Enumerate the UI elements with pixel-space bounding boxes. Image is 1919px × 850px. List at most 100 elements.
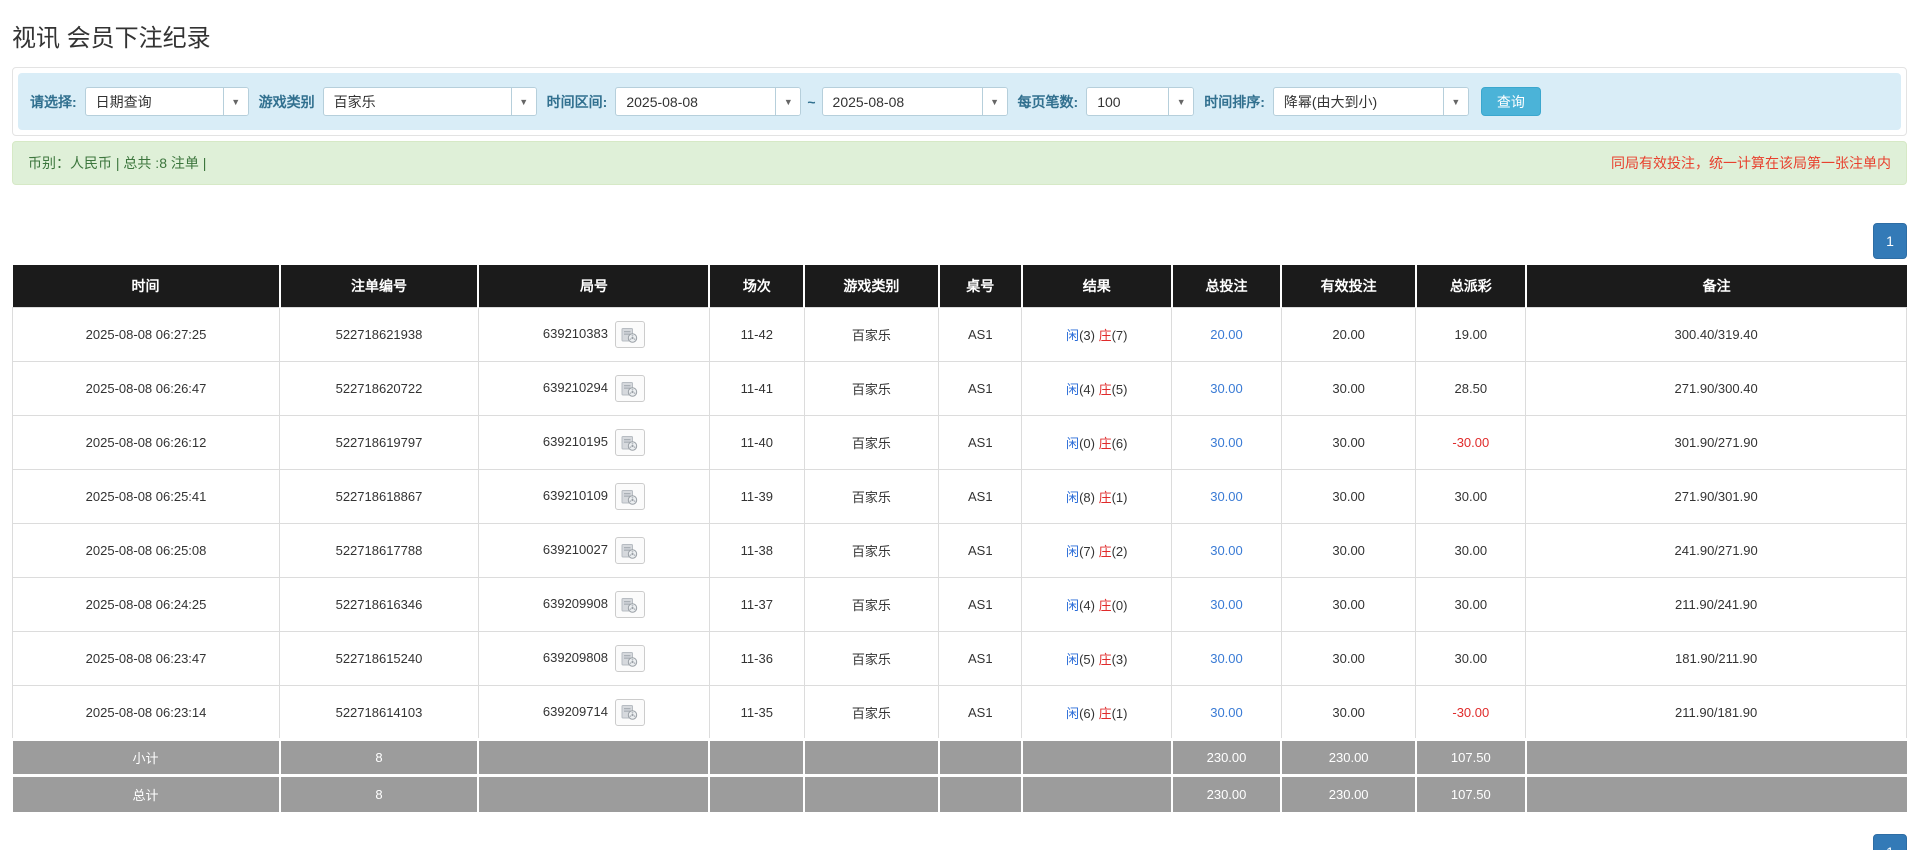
total-bet-link[interactable]: 30.00 [1210, 705, 1243, 720]
total-bet-link[interactable]: 30.00 [1210, 543, 1243, 558]
result-banker-label: 庄 [1098, 328, 1112, 343]
betting-records-page: 视讯 会员下注纪录 请选择: 日期查询 ▼ 游戏类别 百家乐 ▼ 时间区间: 2… [0, 0, 1919, 850]
video-replay-button[interactable] [614, 591, 645, 618]
cell-session: 11-35 [708, 685, 805, 740]
result-banker-label: 庄 [1098, 598, 1112, 613]
cell-payout: -30.00 [1415, 685, 1527, 740]
cell-session: 11-42 [708, 307, 805, 362]
chevron-down-icon[interactable]: ▼ [222, 88, 248, 115]
query-type-dropdown[interactable]: 日期查询 ▼ [84, 87, 249, 116]
per-page-label: 每页笔数: [1017, 93, 1079, 110]
cell-table-no: AS1 [938, 631, 1023, 686]
cell-total-bet: 30.00 [1171, 685, 1282, 740]
cell-valid-bet: 30.00 [1280, 523, 1417, 578]
chevron-down-icon[interactable]: ▼ [1168, 88, 1194, 115]
video-replay-button[interactable] [614, 375, 645, 402]
chevron-down-icon[interactable]: ▼ [1442, 88, 1468, 115]
result-banker-label: 庄 [1098, 652, 1112, 667]
currency-total-text: 币别：人民币 | 总共 :8 注单 | [28, 155, 207, 171]
per-page-dropdown[interactable]: 100 ▼ [1086, 87, 1195, 116]
total-bet-link[interactable]: 30.00 [1210, 597, 1243, 612]
cell-table-no: AS1 [938, 469, 1023, 524]
round-id-value: 639209714 [542, 703, 608, 719]
table-body: 2025-08-08 06:27:25 522718621938 6392103… [11, 307, 1907, 740]
result-player-score: (6) [1079, 705, 1095, 721]
payout-value: 30.00 [1454, 489, 1488, 504]
date-from-dropdown[interactable]: 2025-08-08 ▼ [615, 87, 802, 116]
date-from-value: 2025-08-08 [626, 93, 698, 110]
cell-valid-bet: 30.00 [1280, 631, 1417, 686]
video-replay-button[interactable] [614, 483, 645, 510]
cell-round-id: 639209714 [477, 685, 710, 740]
video-replay-button[interactable] [614, 429, 645, 456]
column-header: 注单编号 [279, 265, 480, 308]
cell-bet-id: 522718617788 [279, 523, 479, 578]
column-header: 场次 [709, 265, 806, 308]
result-player-score: (8) [1079, 490, 1095, 505]
cell-payout: 28.50 [1415, 361, 1527, 416]
cell-game-type: 百家乐 [803, 685, 940, 740]
subtotal-payout: 107.50 [1415, 738, 1527, 776]
column-header: 备注 [1525, 265, 1907, 308]
total-bet-link[interactable]: 30.00 [1210, 435, 1243, 450]
subtotal-valid-bet: 230.00 [1281, 738, 1417, 776]
cell-payout: 30.00 [1415, 523, 1527, 578]
cell-valid-bet: 30.00 [1280, 577, 1417, 632]
result-player-label: 闲 [1066, 436, 1080, 451]
result-banker-label: 庄 [1098, 490, 1112, 505]
cell-bet-id: 522718615240 [279, 631, 479, 686]
column-header: 桌号 [938, 265, 1023, 308]
cell-payout: 19.00 [1415, 307, 1527, 362]
table-row: 2025-08-08 06:26:47 522718620722 6392102… [11, 361, 1907, 416]
date-range-separator: ~ [807, 93, 816, 110]
result-banker-score: (1) [1111, 490, 1128, 505]
cell-note: 211.90/241.90 [1525, 577, 1907, 632]
cell-bet-id: 522718614103 [279, 685, 479, 740]
cell-result: 闲(4) 庄(0) [1021, 577, 1173, 632]
date-to-dropdown[interactable]: 2025-08-08 ▼ [821, 87, 1008, 116]
cell-table-no: AS1 [938, 685, 1023, 740]
cell-table-no: AS1 [938, 415, 1023, 470]
cell-total-bet: 30.00 [1171, 577, 1282, 632]
total-bet-link[interactable]: 30.00 [1210, 489, 1243, 504]
column-header: 游戏类别 [804, 265, 940, 308]
result-player-label: 闲 [1066, 382, 1080, 397]
total-bet-link[interactable]: 20.00 [1210, 327, 1243, 342]
result-banker-label: 庄 [1098, 705, 1112, 721]
cell-session: 11-41 [708, 361, 805, 416]
video-replay-button[interactable] [614, 537, 645, 564]
sort-order-dropdown[interactable]: 降幂(由大到小) ▼ [1272, 87, 1469, 116]
cell-table-no: AS1 [938, 577, 1023, 632]
currency-summary-bar: 币别：人民币 | 总共 :8 注单 | 同局有效投注，统一计算在该局第一张注单内 [12, 141, 1907, 185]
video-replay-button[interactable] [614, 645, 645, 672]
pagination-bottom: 1 [12, 833, 1907, 850]
page-1-button[interactable]: 1 [1873, 223, 1907, 259]
search-button[interactable]: 查询 [1480, 87, 1541, 116]
subtotal-total-bet: 230.00 [1171, 738, 1283, 776]
chevron-down-icon[interactable]: ▼ [510, 88, 536, 115]
video-icon [621, 327, 638, 343]
cell-time: 2025-08-08 06:26:12 [11, 415, 281, 470]
game-type-dropdown[interactable]: 百家乐 ▼ [322, 87, 537, 116]
page-1-button[interactable]: 1 [1873, 833, 1907, 850]
video-replay-button[interactable] [614, 698, 645, 726]
table-header-row: 时间 注单编号 局号 场次 游戏类别 桌号 结果 总投注 有效投注 总派彩 备注 [12, 265, 1907, 308]
chevron-down-icon[interactable]: ▼ [775, 88, 801, 115]
cell-payout: 30.00 [1415, 577, 1527, 632]
cell-time: 2025-08-08 06:25:08 [11, 523, 281, 578]
video-icon [621, 597, 638, 613]
chevron-down-icon[interactable]: ▼ [981, 88, 1007, 115]
result-banker-score: (1) [1111, 705, 1128, 721]
cell-time: 2025-08-08 06:23:47 [11, 631, 281, 686]
total-row: 总计 8 230.00 230.00 107.50 [12, 774, 1907, 812]
round-id-value: 639210383 [542, 325, 608, 341]
cell-bet-id: 522718616346 [279, 577, 479, 632]
cell-payout: 30.00 [1415, 469, 1527, 524]
filter-bar: 请选择: 日期查询 ▼ 游戏类别 百家乐 ▼ 时间区间: 2025-08-08 … [18, 73, 1901, 130]
cell-note: 241.90/271.90 [1525, 523, 1907, 578]
total-bet-link[interactable]: 30.00 [1210, 381, 1243, 396]
cell-valid-bet: 30.00 [1280, 469, 1417, 524]
result-player-label: 闲 [1066, 705, 1080, 721]
video-replay-button[interactable] [614, 321, 645, 348]
total-bet-link[interactable]: 30.00 [1210, 651, 1243, 666]
